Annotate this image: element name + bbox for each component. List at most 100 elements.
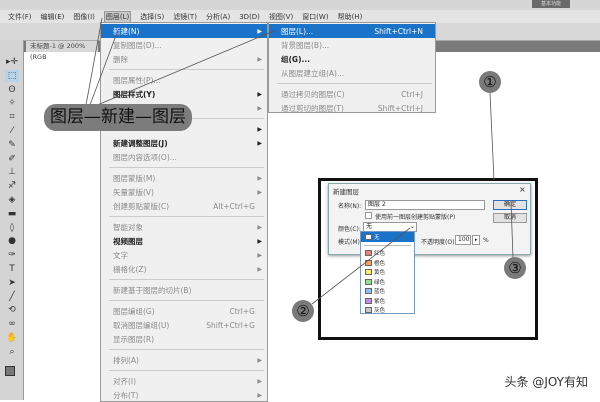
foreground-color-swatch[interactable] bbox=[5, 366, 15, 376]
menu-item[interactable]: 图层编组(G) Ctrl+G bbox=[101, 304, 267, 318]
menu-separator bbox=[101, 66, 267, 73]
menubar-item[interactable]: 图层(L) bbox=[103, 10, 132, 23]
color-swatch bbox=[365, 233, 372, 240]
blur-tool-icon[interactable]: ◊ bbox=[5, 222, 19, 234]
color-option-label: 紫色 bbox=[374, 298, 386, 305]
color-option[interactable]: 绿色 bbox=[361, 277, 414, 287]
menu-item[interactable]: 新建基于图层的切片(B) bbox=[101, 283, 267, 297]
color-option[interactable]: 橙色 bbox=[361, 258, 414, 268]
chevron-down-icon: ⌄ bbox=[409, 223, 415, 230]
move-tool-icon[interactable]: ▸✛ bbox=[5, 56, 19, 68]
menubar-item[interactable]: 分析(A) bbox=[206, 12, 230, 22]
menu-item[interactable]: 图层蒙版(M) ▶ bbox=[101, 171, 267, 185]
color-option[interactable]: 无 bbox=[361, 232, 414, 242]
history-brush-tool-icon[interactable]: ♐ bbox=[5, 180, 19, 192]
hand-tool-icon[interactable]: ✋ bbox=[5, 332, 19, 344]
pen-tool-icon[interactable]: ✑ bbox=[5, 249, 19, 261]
menu-item-label: 分布(T) bbox=[113, 390, 139, 400]
healing-tool-icon[interactable]: ✎ bbox=[5, 139, 19, 151]
color-option[interactable]: 紫色 bbox=[361, 296, 414, 306]
menu-item[interactable]: 显示图层(R) bbox=[101, 332, 267, 346]
menu-item[interactable]: 栅格化(Z) ▶ bbox=[101, 262, 267, 276]
document-tab[interactable]: 未标题-1 @ 200%(RGB bbox=[26, 41, 98, 61]
menu-item[interactable]: 图层内容选项(O)... bbox=[101, 150, 267, 164]
path-select-tool-icon[interactable]: ➤ bbox=[5, 277, 19, 289]
color-label: 颜色(C): bbox=[338, 226, 361, 233]
menu-item[interactable]: 新建(N) ▶ bbox=[101, 24, 267, 38]
marquee-tool-icon[interactable]: ⬚ bbox=[5, 69, 19, 82]
menu-item[interactable]: 图层属性(P)... bbox=[101, 73, 267, 87]
menubar-item[interactable]: 图像(I) bbox=[73, 12, 95, 22]
gradient-tool-icon[interactable]: ▬ bbox=[5, 208, 19, 220]
menu-item[interactable]: 组(G)... bbox=[269, 52, 435, 66]
menu-item-shortcut: Shift+Ctrl+G bbox=[206, 320, 255, 330]
menubar-item[interactable]: 帮助(H) bbox=[338, 12, 363, 22]
cancel-button[interactable]: 取消 bbox=[493, 213, 527, 223]
menu-item[interactable]: 从图层建立组(A)... bbox=[269, 66, 435, 80]
color-option[interactable]: 蓝色 bbox=[361, 287, 414, 297]
menu-item[interactable]: 通过剪切的图层(T) Shift+Ctrl+J bbox=[269, 101, 435, 115]
quick-select-tool-icon[interactable]: ✧ bbox=[5, 97, 19, 109]
type-tool-icon[interactable]: T bbox=[5, 263, 19, 275]
menubar-item[interactable]: 选择(S) bbox=[140, 12, 164, 22]
brush-tool-icon[interactable]: ✐ bbox=[5, 153, 19, 165]
menu-item[interactable]: 文字 ▶ bbox=[101, 248, 267, 262]
submenu-arrow-icon: ▶ bbox=[257, 90, 262, 98]
clip-checkbox[interactable] bbox=[365, 212, 372, 219]
menu-item[interactable]: 背景图层(B)... bbox=[269, 38, 435, 52]
eyedropper-tool-icon[interactable]: ⁄ bbox=[5, 125, 19, 137]
menu-item[interactable]: 智能对象 ▶ bbox=[101, 220, 267, 234]
menu-item-label: 文字 bbox=[113, 250, 128, 260]
menubar-item[interactable]: 滤镜(T) bbox=[173, 12, 197, 22]
3d-rotate-tool-icon[interactable]: ⟲ bbox=[5, 304, 19, 316]
stamp-tool-icon[interactable]: ⊥ bbox=[5, 166, 19, 178]
dodge-tool-icon[interactable]: ● bbox=[5, 235, 19, 247]
eraser-tool-icon[interactable]: ◈ bbox=[5, 194, 19, 206]
menu-item[interactable]: 矢量蒙版(V) ▶ bbox=[101, 185, 267, 199]
menubar-item[interactable]: 3D(D) bbox=[239, 13, 260, 21]
menu-item[interactable]: 创建剪贴蒙版(C) Alt+Ctrl+G bbox=[101, 199, 267, 213]
crop-tool-icon[interactable]: ⌗ bbox=[5, 111, 19, 123]
name-input[interactable]: 图层 2 bbox=[365, 200, 485, 210]
opacity-input[interactable]: 100 bbox=[455, 235, 471, 245]
menubar-item[interactable]: 窗口(W) bbox=[302, 12, 328, 22]
menu-separator bbox=[269, 80, 435, 87]
menu-item[interactable]: 图层(L)... Shift+Ctrl+N bbox=[269, 24, 435, 38]
color-swatch bbox=[365, 278, 372, 285]
submenu-arrow-icon: ▶ bbox=[257, 27, 262, 35]
menu-item[interactable]: 图层样式(Y) ▶ bbox=[101, 87, 267, 101]
close-icon[interactable]: × bbox=[519, 185, 526, 194]
menu-item-shortcut: Shift+Ctrl+N bbox=[374, 26, 423, 36]
3d-orbit-tool-icon[interactable]: ∞ bbox=[5, 318, 19, 330]
color-option-label: 灰色 bbox=[374, 308, 386, 315]
line-tool-icon[interactable]: ╱ bbox=[5, 291, 19, 303]
menu-item[interactable]: 视频图层 ▶ bbox=[101, 234, 267, 248]
menu-item[interactable]: 新建调整图层(J) ▶ bbox=[101, 136, 267, 150]
zoom-tool-icon[interactable]: ⌕ bbox=[5, 346, 19, 358]
menubar-item[interactable]: 文件(F) bbox=[8, 12, 32, 22]
menu-item[interactable]: 排列(A) ▶ bbox=[101, 353, 267, 367]
menu-item[interactable]: 删除 ▶ bbox=[101, 52, 267, 66]
menu-item[interactable]: 对齐(I) ▶ bbox=[101, 374, 267, 388]
menu-item-label: 新建(N) bbox=[113, 26, 140, 36]
color-option[interactable]: 黄色 bbox=[361, 268, 414, 278]
step-3-marker: ③ bbox=[504, 257, 526, 279]
color-option[interactable]: 灰色 bbox=[361, 306, 414, 316]
color-option[interactable]: 红色 bbox=[361, 249, 414, 259]
lasso-tool-icon[interactable]: ʘ bbox=[5, 84, 19, 96]
opacity-slider-button[interactable]: ▸ bbox=[472, 235, 480, 245]
menu-item-label: 排列(A) bbox=[113, 355, 139, 365]
layer-menu: 新建(N)▶复制图层(D)...删除▶图层属性(P)...图层样式(Y)▶智能滤… bbox=[100, 22, 268, 402]
name-label: 名称(N): bbox=[338, 203, 362, 210]
workspace-button[interactable]: 基本功能 bbox=[532, 0, 570, 8]
menubar-item[interactable]: 视图(V) bbox=[269, 12, 293, 22]
menu-item[interactable]: 复制图层(D)... bbox=[101, 38, 267, 52]
menu-item-shortcut: Ctrl+J bbox=[401, 89, 423, 99]
ok-button[interactable]: 确定 bbox=[493, 200, 527, 210]
menu-item[interactable]: 通过拷贝的图层(C) Ctrl+J bbox=[269, 87, 435, 101]
menu-item[interactable]: 取消图层编组(U) Shift+Ctrl+G bbox=[101, 318, 267, 332]
menu-item-label: 对齐(I) bbox=[113, 376, 137, 386]
path-label: 图层—新建—图层 bbox=[44, 104, 192, 131]
menubar-item[interactable]: 编辑(E) bbox=[41, 12, 65, 22]
menu-item-shortcut: Shift+Ctrl+J bbox=[377, 103, 423, 113]
